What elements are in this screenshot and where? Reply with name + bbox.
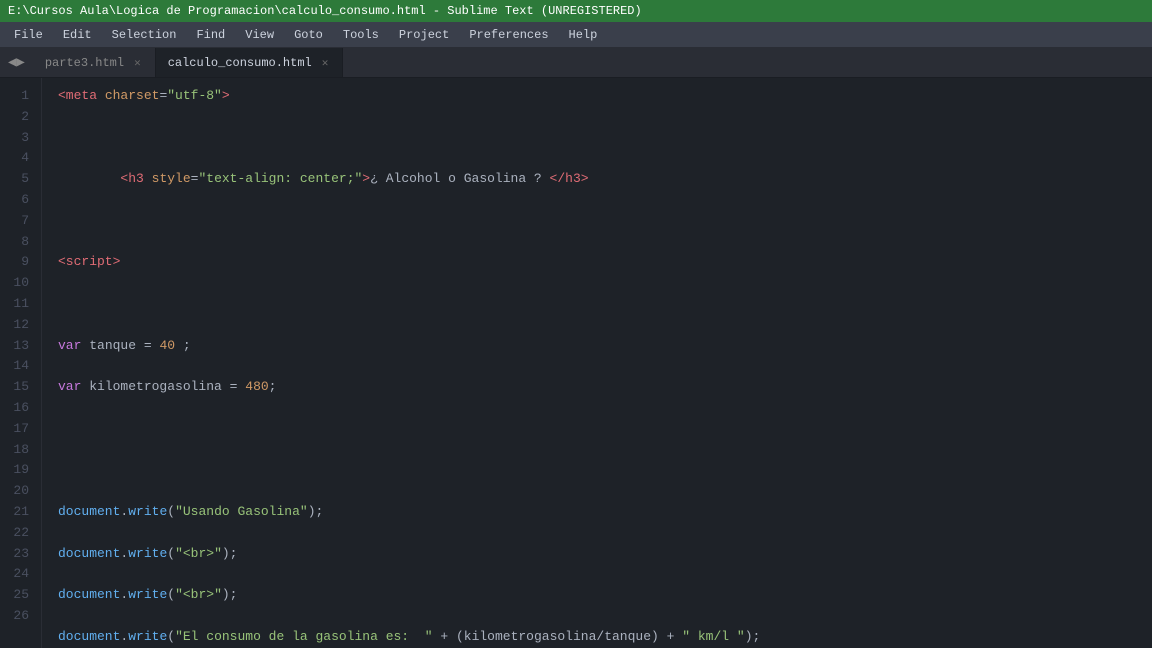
menu-goto[interactable]: Goto — [284, 25, 333, 45]
code-line-12: document.write("<br>"); — [58, 544, 1136, 565]
line-num-19: 19 — [8, 460, 29, 481]
line-num-24: 24 — [8, 564, 29, 585]
menu-find[interactable]: Find — [186, 25, 235, 45]
line-num-22: 22 — [8, 523, 29, 544]
line-num-6: 6 — [8, 190, 29, 211]
menu-project[interactable]: Project — [389, 25, 459, 45]
tab-calculo[interactable]: calculo_consumo.html ✕ — [156, 48, 344, 77]
code-line-11: document.write("Usando Gasolina"); — [58, 502, 1136, 523]
code-line-1: <meta charset="utf-8"> — [58, 86, 1136, 107]
code-area[interactable]: <meta charset="utf-8"> <h3 style="text-a… — [42, 78, 1152, 648]
line-num-18: 18 — [8, 440, 29, 461]
line-num-12: 12 — [8, 315, 29, 336]
line-num-8: 8 — [8, 232, 29, 253]
line-num-9: 9 — [8, 252, 29, 273]
line-num-10: 10 — [8, 273, 29, 294]
code-line-7: var tanque = 40 ; — [58, 336, 1136, 357]
code-line-4 — [58, 211, 1136, 232]
line-num-17: 17 — [8, 419, 29, 440]
line-num-7: 7 — [8, 211, 29, 232]
line-num-4: 4 — [8, 148, 29, 169]
menu-tools[interactable]: Tools — [333, 25, 389, 45]
line-num-2: 2 — [8, 107, 29, 128]
code-line-9 — [58, 419, 1136, 440]
menu-preferences[interactable]: Preferences — [459, 25, 558, 45]
line-num-20: 20 — [8, 481, 29, 502]
code-line-2 — [58, 128, 1136, 149]
tab-nav-left[interactable]: ◀▶ — [0, 48, 33, 77]
title-text: E:\Cursos Aula\Logica de Programacion\ca… — [8, 4, 642, 18]
menu-help[interactable]: Help — [559, 25, 608, 45]
line-num-13: 13 — [8, 336, 29, 357]
line-num-23: 23 — [8, 544, 29, 565]
tab-calculo-close[interactable]: ✕ — [320, 55, 331, 71]
menu-bar: File Edit Selection Find View Goto Tools… — [0, 22, 1152, 48]
line-num-5: 5 — [8, 169, 29, 190]
menu-file[interactable]: File — [4, 25, 53, 45]
line-num-14: 14 — [8, 356, 29, 377]
tab-calculo-label: calculo_consumo.html — [168, 56, 312, 70]
menu-edit[interactable]: Edit — [53, 25, 102, 45]
line-num-1: 1 — [8, 86, 29, 107]
line-num-26: 26 — [8, 606, 29, 627]
code-line-8: var kilometrogasolina = 480; — [58, 377, 1136, 398]
code-line-14: document.write("El consumo de la gasolin… — [58, 627, 1136, 648]
editor: 1 2 3 4 5 6 7 8 9 10 11 12 13 14 15 16 1… — [0, 78, 1152, 648]
line-numbers: 1 2 3 4 5 6 7 8 9 10 11 12 13 14 15 16 1… — [0, 78, 42, 648]
code-line-13: document.write("<br>"); — [58, 585, 1136, 606]
tab-bar: ◀▶ parte3.html ✕ calculo_consumo.html ✕ — [0, 48, 1152, 78]
code-line-6 — [58, 294, 1136, 315]
line-num-11: 11 — [8, 294, 29, 315]
menu-view[interactable]: View — [235, 25, 284, 45]
line-num-16: 16 — [8, 398, 29, 419]
title-bar: E:\Cursos Aula\Logica de Programacion\ca… — [0, 0, 1152, 22]
tab-parte3[interactable]: parte3.html ✕ — [33, 48, 156, 77]
line-num-15: 15 — [8, 377, 29, 398]
line-num-21: 21 — [8, 502, 29, 523]
code-line-10 — [58, 460, 1136, 481]
line-num-25: 25 — [8, 585, 29, 606]
code-line-5: <script> — [58, 252, 1136, 273]
menu-selection[interactable]: Selection — [102, 25, 187, 45]
tab-parte3-label: parte3.html — [45, 56, 124, 70]
line-num-3: 3 — [8, 128, 29, 149]
code-line-3: <h3 style="text-align: center;">¿ Alcoho… — [58, 169, 1136, 190]
tab-parte3-close[interactable]: ✕ — [132, 55, 143, 71]
